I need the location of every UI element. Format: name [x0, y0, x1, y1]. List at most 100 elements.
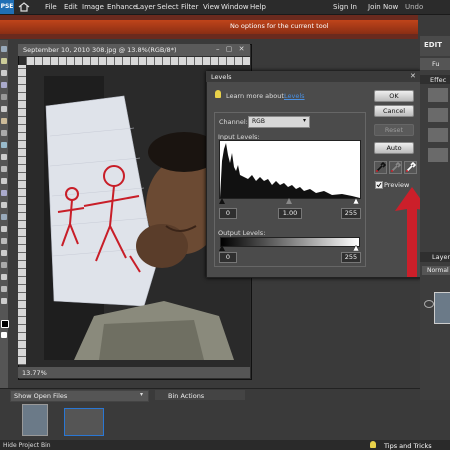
layers-panel-title: Layer	[432, 253, 450, 261]
document-status-bar	[18, 367, 250, 378]
levels-title-bar[interactable]	[206, 71, 420, 82]
input-gamma-handle[interactable]	[286, 198, 292, 204]
lightbulb-icon	[215, 90, 221, 98]
lightbulb-icon	[370, 441, 376, 448]
cancel-button[interactable]: Cancel	[374, 105, 414, 117]
toolbox	[0, 40, 9, 400]
menu-filter[interactable]: Filter	[181, 3, 198, 11]
healing-tool-icon[interactable]	[1, 166, 7, 172]
output-black-field[interactable]: 0	[219, 252, 237, 263]
home-icon[interactable]	[18, 2, 30, 12]
sign-in-link[interactable]: Sign In	[333, 3, 357, 11]
lasso-tool-icon[interactable]	[1, 106, 7, 112]
type-tool-icon[interactable]	[1, 130, 7, 136]
move-tool-icon[interactable]	[1, 46, 7, 52]
layer-thumbnail[interactable]	[434, 292, 450, 324]
menu-view[interactable]: View	[203, 3, 220, 11]
hand-tool-icon[interactable]	[1, 70, 7, 76]
output-black-handle[interactable]	[219, 245, 225, 251]
blend-mode-value: Normal	[427, 267, 449, 274]
edit-tab-label: EDIT	[424, 41, 442, 49]
input-white-field[interactable]: 255	[341, 208, 361, 219]
black-eyedropper-icon[interactable]	[374, 161, 387, 174]
eye-icon[interactable]	[424, 300, 434, 308]
zoom-tool-icon[interactable]	[1, 58, 7, 64]
bottom-bar	[0, 440, 450, 450]
white-eyedropper-icon[interactable]	[404, 161, 417, 174]
menu-edit[interactable]: Edit	[64, 3, 78, 11]
ruler-vertical	[18, 65, 26, 365]
marquee-tool-icon[interactable]	[1, 94, 7, 100]
output-levels-slider[interactable]	[219, 245, 359, 251]
shape-tool-icon[interactable]	[1, 238, 7, 244]
menu-file[interactable]: File	[45, 3, 57, 11]
document-title: September 10, 2010 308.jpg @ 13.8%(RGB/8…	[23, 46, 177, 54]
menu-image[interactable]: Image	[82, 3, 104, 11]
menu-select[interactable]: Select	[157, 3, 179, 11]
menu-window[interactable]: Window	[221, 3, 249, 11]
options-message: No options for the current tool	[230, 22, 329, 30]
bin-actions-label: Bin Actions	[168, 392, 205, 400]
edit-tab[interactable]: EDIT	[420, 36, 450, 56]
project-thumbnail-selected[interactable]	[64, 408, 104, 436]
panel-tab-top-label: Fu	[432, 60, 440, 68]
learn-more-label: Learn more about:	[226, 92, 287, 100]
reset-button[interactable]: Reset	[374, 124, 414, 136]
input-white-point-handle[interactable]	[352, 198, 359, 204]
menu-layer[interactable]: Layer	[136, 3, 156, 11]
eraser-tool-icon[interactable]	[1, 190, 7, 196]
input-black-point-handle[interactable]	[219, 198, 225, 204]
join-now-link[interactable]: Join Now	[368, 3, 398, 11]
crop-tool-icon[interactable]	[1, 142, 7, 148]
sponge-tool-icon[interactable]	[1, 262, 7, 268]
chevron-down-icon: ▾	[302, 117, 306, 124]
input-black-field[interactable]: 0	[219, 208, 237, 219]
auto-button[interactable]: Auto	[374, 142, 414, 154]
eyedropper-tool-icon[interactable]	[1, 82, 7, 88]
ok-button[interactable]: OK	[374, 90, 414, 102]
menu-enhance[interactable]: Enhance	[107, 3, 137, 11]
clone-stamp-tool-icon[interactable]	[1, 178, 7, 184]
effect-thumbnail[interactable]	[428, 108, 448, 122]
ruler-horizontal	[26, 57, 250, 65]
magic-wand-tool-icon[interactable]	[1, 118, 7, 124]
effect-thumbnail[interactable]	[428, 128, 448, 142]
zoom-level[interactable]: 13.77%	[22, 369, 47, 377]
effect-thumbnail[interactable]	[428, 148, 448, 162]
options-bar	[0, 15, 418, 39]
hide-project-bin-button[interactable]: Hide Project Bin	[3, 442, 51, 449]
show-open-files-label: Show Open Files	[14, 392, 68, 400]
undo-button[interactable]: Undo	[405, 3, 423, 11]
effect-thumbnail[interactable]	[428, 88, 448, 102]
channel-select[interactable]: RGB ▾	[248, 116, 310, 128]
channel-value: RGB	[252, 118, 265, 125]
output-white-handle[interactable]	[352, 245, 359, 251]
histogram	[219, 140, 361, 199]
pencil-tool-icon[interactable]	[1, 274, 7, 280]
close-icon[interactable]: ✕	[410, 72, 416, 80]
preview-checkbox[interactable]	[375, 181, 383, 189]
learn-more-link[interactable]: Levels	[284, 92, 305, 100]
input-gamma-field[interactable]: 1.00	[278, 208, 302, 219]
menu-help[interactable]: Help	[250, 3, 266, 11]
document-window-controls[interactable]: – ▢ ✕	[216, 45, 246, 53]
gradient-tool-icon[interactable]	[1, 226, 7, 232]
blur-tool-icon[interactable]	[1, 250, 7, 256]
input-levels-slider[interactable]	[219, 198, 359, 204]
smart-brush-tool-icon[interactable]	[1, 298, 7, 304]
background-color-swatch[interactable]	[1, 332, 7, 338]
effects-panel-title: Effec	[430, 76, 447, 84]
tips-and-tricks-link[interactable]: Tips and Tricks	[384, 442, 432, 450]
paint-bucket-tool-icon[interactable]	[1, 214, 7, 220]
gray-eyedropper-icon[interactable]	[389, 161, 402, 174]
output-levels-label: Output Levels:	[218, 229, 266, 237]
straighten-tool-icon[interactable]	[1, 286, 7, 292]
brush-tool-icon[interactable]	[1, 202, 7, 208]
red-eye-tool-icon[interactable]	[1, 154, 7, 160]
project-thumbnail[interactable]	[22, 404, 48, 436]
foreground-color-swatch[interactable]	[1, 320, 9, 328]
app-logo: PSE	[0, 0, 14, 14]
output-white-field[interactable]: 255	[341, 252, 361, 263]
channel-label: Channel:	[219, 118, 248, 126]
chevron-down-icon: ▾	[140, 391, 144, 398]
